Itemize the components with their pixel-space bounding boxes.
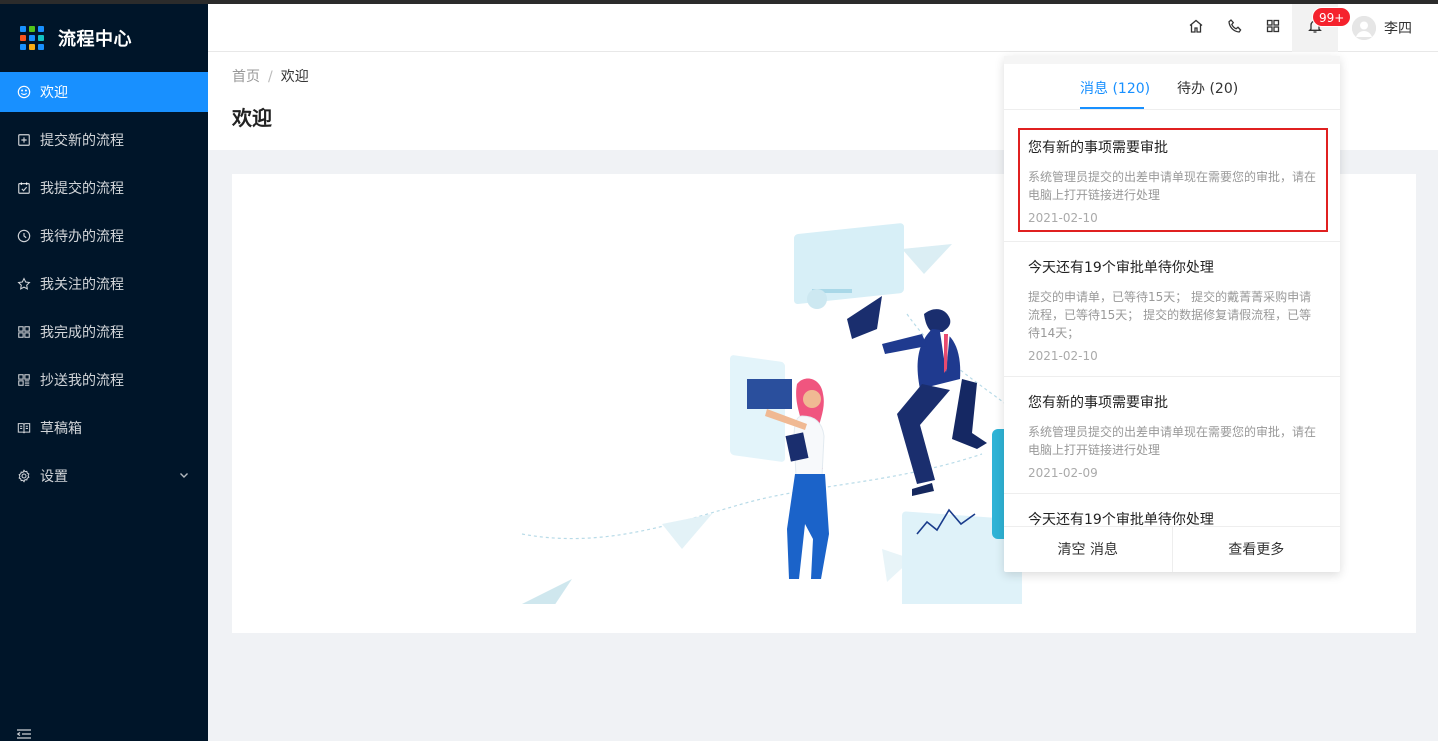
page-title: 欢迎 — [232, 106, 272, 130]
notification-desc: 提交的申请单，已等待15天； 提交的戴菁菁采购申请流程，已等待15天； 提交的数… — [1028, 290, 1312, 340]
sidebar-item-label: 设置 — [40, 469, 68, 485]
sidebar-item-label: 抄送我的流程 — [40, 373, 124, 389]
notification-footer: 清空 消息 查看更多 — [1004, 526, 1340, 572]
sidebar-item-submit-new[interactable]: 提交新的流程 — [0, 120, 208, 160]
app-title: 流程中心 — [58, 29, 132, 50]
notification-item[interactable]: 今天还有19个审批单待你处理 — [1004, 494, 1340, 526]
breadcrumb: 首页 / 欢迎 — [232, 66, 309, 86]
avatar[interactable] — [1352, 16, 1376, 40]
notification-date: 2021-02-10 — [1028, 349, 1098, 363]
copy-grid-icon — [16, 372, 32, 388]
notification-title: 您有新的事项需要审批 — [1028, 140, 1168, 156]
sidebar-item-label: 草稿箱 — [40, 421, 82, 437]
sidebar-item-label: 我关注的流程 — [40, 277, 124, 293]
username[interactable]: 李四 — [1384, 18, 1412, 38]
smile-icon — [16, 84, 32, 100]
tab-active-indicator — [1080, 107, 1144, 109]
appstore-icon — [16, 324, 32, 340]
home-icon[interactable] — [1188, 18, 1206, 36]
notification-date: 2021-02-09 — [1028, 466, 1098, 480]
breadcrumb-home[interactable]: 首页 — [232, 69, 260, 85]
apps-icon[interactable] — [1265, 18, 1283, 36]
sidebar-item-my-todo[interactable]: 我待办的流程 — [0, 216, 208, 256]
dropdown-top-bar — [1004, 56, 1340, 64]
logo[interactable]: 流程中心 — [0, 4, 208, 72]
sidebar-item-drafts[interactable]: 草稿箱 — [0, 408, 208, 448]
sidebar-item-my-submitted[interactable]: 我提交的流程 — [0, 168, 208, 208]
notification-desc: 系统管理员提交的出差申请单现在需要您的审批，请在电脑上打开链接进行处理 — [1028, 170, 1317, 202]
notification-date: 2021-02-10 — [1028, 211, 1098, 225]
book-icon — [16, 420, 32, 436]
notification-desc: 系统管理员提交的出差申请单现在需要您的审批，请在电脑上打开链接进行处理 — [1028, 425, 1317, 457]
sidebar-item-settings[interactable]: 设置 — [0, 456, 208, 496]
notification-badge: 99+ — [1312, 7, 1352, 27]
tab-messages[interactable]: 消息 (120) — [1080, 78, 1150, 98]
notification-title: 您有新的事项需要审批 — [1028, 395, 1168, 411]
notification-title: 今天还有19个审批单待你处理 — [1028, 512, 1214, 526]
sidebar-item-my-completed[interactable]: 我完成的流程 — [0, 312, 208, 352]
sidebar: 流程中心 欢迎 提交新的流程 我提交的流程 我待办的流程 我关注的流程 我完成的… — [0, 4, 208, 741]
sidebar-item-my-followed[interactable]: 我关注的流程 — [0, 264, 208, 304]
star-icon — [16, 276, 32, 292]
view-more-button[interactable]: 查看更多 — [1173, 527, 1341, 572]
divider — [1004, 232, 1340, 242]
clear-messages-button[interactable]: 清空 消息 — [1004, 527, 1173, 572]
notification-title: 今天还有19个审批单待你处理 — [1028, 260, 1214, 276]
breadcrumb-current: 欢迎 — [280, 69, 309, 85]
phone-icon[interactable] — [1227, 18, 1245, 36]
collapse-menu-icon[interactable] — [16, 729, 32, 739]
plus-square-icon — [16, 132, 32, 148]
sidebar-item-label: 我完成的流程 — [40, 325, 124, 341]
sidebar-item-cc-to-me[interactable]: 抄送我的流程 — [0, 360, 208, 400]
top-header: 99+ 李四 — [208, 4, 1438, 52]
notification-list: 您有新的事项需要审批 系统管理员提交的出差申请单现在需要您的审批，请在电脑上打开… — [1004, 110, 1340, 526]
notification-item[interactable]: 您有新的事项需要审批 系统管理员提交的出差申请单现在需要您的审批，请在电脑上打开… — [1018, 128, 1328, 232]
breadcrumb-separator: / — [268, 69, 273, 85]
notification-dropdown: 消息 (120) 待办 (20) 您有新的事项需要审批 系统管理员提交的出差申请… — [1004, 56, 1340, 572]
gear-icon — [16, 468, 32, 484]
sidebar-item-label: 我待办的流程 — [40, 229, 124, 245]
notification-item[interactable]: 今天还有19个审批单待你处理 提交的申请单，已等待15天； 提交的戴菁菁采购申请… — [1004, 242, 1340, 377]
notification-item[interactable]: 您有新的事项需要审批 系统管理员提交的出差申请单现在需要您的审批，请在电脑上打开… — [1004, 377, 1340, 494]
notification-tabs: 消息 (120) 待办 (20) — [1004, 64, 1340, 110]
sidebar-item-label: 欢迎 — [40, 85, 68, 101]
sidebar-item-welcome[interactable]: 欢迎 — [0, 72, 208, 112]
clock-icon — [16, 228, 32, 244]
check-square-icon — [16, 180, 32, 196]
logo-grid-icon — [20, 26, 44, 50]
sidebar-item-label: 我提交的流程 — [40, 181, 124, 197]
welcome-illustration — [521, 223, 1033, 604]
window-top-border — [0, 0, 1438, 4]
tab-todo[interactable]: 待办 (20) — [1177, 78, 1238, 98]
chevron-down-icon — [180, 473, 188, 478]
sidebar-item-label: 提交新的流程 — [40, 133, 124, 149]
